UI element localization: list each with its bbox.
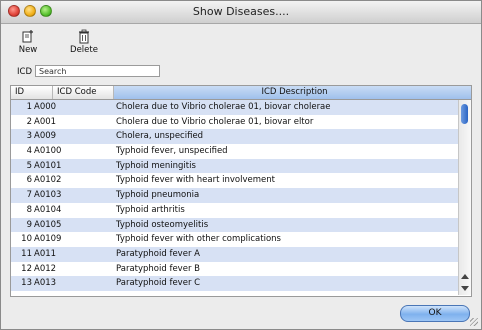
cell-id: 3 [26,131,32,142]
cell-id: 8 [26,204,32,215]
cell-icd-code: A011 [34,248,57,259]
search-input[interactable] [35,65,160,77]
cell-icd-code: A0109 [34,234,62,245]
scroll-down-icon[interactable] [461,286,469,291]
cell-icd-code: A009 [34,131,57,142]
cell-id: 7 [26,190,32,201]
table-body: 1 A000 Cholera due to Vibrio cholerae 01, … [11,100,458,291]
cell-icd-description: Typhoid arthritis [116,204,185,215]
cell-icd-description: Typhoid fever with other complications [116,234,281,245]
cell-icd-description: Typhoid fever with heart involvement [116,175,275,186]
cell-icd-code: A0101 [34,160,62,171]
table-row[interactable]: 11 A011 Paratyphoid fever A [11,246,458,262]
table-row[interactable]: 3 A009 Cholera, unspecified [11,129,458,145]
cell-icd-description: Cholera due to Vibrio cholerae 01, biova… [116,116,314,127]
table-row[interactable]: 13 A013 Paratyphoid fever C [11,276,458,291]
search-label: ICD [17,67,32,77]
vertical-scrollbar[interactable] [458,100,471,295]
column-header-icd-description[interactable]: ICD Description [114,86,471,99]
cell-icd-code: A0105 [34,219,62,230]
table-row[interactable]: 12 A012 Paratyphoid fever B [11,261,458,277]
scrollbar-thumb[interactable] [461,104,468,124]
cell-icd-description: Paratyphoid fever A [116,248,200,259]
table-header: ID ICD Code ICD Description [11,86,471,100]
table-row[interactable]: 6 A0102 Typhoid fever with heart involveme… [11,173,458,189]
column-header-icd-code[interactable]: ICD Code [53,86,114,99]
cell-icd-description: Typhoid fever, unspecified [116,146,228,157]
table-row[interactable]: 10 A0109 Typhoid fever with other complica… [11,232,458,247]
delete-button[interactable]: Delete [67,29,101,55]
cell-icd-code: A0103 [34,190,62,201]
delete-button-label: Delete [70,45,98,55]
table-row[interactable]: 1 A000 Cholera due to Vibrio cholerae 01, … [11,100,458,115]
cell-icd-code: A000 [34,102,57,112]
new-button[interactable]: New [11,29,45,55]
cell-icd-code: A0102 [34,175,62,186]
title-bar: Show Diseases.... [1,1,481,24]
cell-id: 6 [26,175,32,186]
cell-id: 5 [26,160,32,171]
cell-id: 9 [26,219,32,230]
cell-icd-description: Cholera due to Vibrio cholerae 01, biova… [116,102,331,112]
table-row[interactable]: 9 A0105 Typhoid osteomyelitis [11,217,458,233]
cell-icd-description: Typhoid osteomyelitis [116,219,209,230]
cell-icd-description: Typhoid meningitis [116,160,196,171]
ok-button[interactable]: OK [400,305,470,322]
cell-id: 1 [26,102,32,112]
cell-icd-code: A013 [34,278,57,289]
trash-icon [67,29,101,44]
scroll-up-icon[interactable] [461,274,469,279]
new-button-label: New [18,45,38,55]
cell-icd-description: Typhoid pneumonia [116,190,200,201]
cell-icd-code: A0104 [34,204,62,215]
cell-icd-description: Paratyphoid fever C [116,278,201,289]
resize-grip-icon[interactable] [470,318,478,326]
cell-id: 10 [21,234,32,245]
cell-icd-description: Cholera, unspecified [116,131,204,142]
cell-id: 2 [26,116,32,127]
new-doc-icon [11,29,45,44]
cell-icd-code: A012 [34,263,57,274]
column-header-id[interactable]: ID [11,86,53,99]
cell-icd-description: Paratyphoid fever B [116,263,200,274]
cell-id: 4 [26,146,32,157]
table-row[interactable]: 5 A0101 Typhoid meningitis [11,158,458,174]
table-row[interactable]: 2 A001 Cholera due to Vibrio cholerae 01, … [11,114,458,130]
cell-id: 11 [21,248,32,259]
cell-icd-code: A0100 [34,146,62,157]
cell-id: 12 [21,263,32,274]
diseases-table: ID ICD Code ICD Description 1 A000 Cholera… [10,85,472,297]
cell-icd-code: A001 [34,116,57,127]
table-row[interactable]: 4 A0100 Typhoid fever, unspecified [11,144,458,159]
cell-id: 13 [21,278,32,289]
table-row[interactable]: 8 A0104 Typhoid arthritis [11,202,458,218]
window-title: Show Diseases.... [192,5,290,18]
table-row[interactable]: 7 A0103 Typhoid pneumonia [11,188,458,203]
show-diseases-window: Show Diseases.... New Delete ICD Search … [0,0,482,330]
